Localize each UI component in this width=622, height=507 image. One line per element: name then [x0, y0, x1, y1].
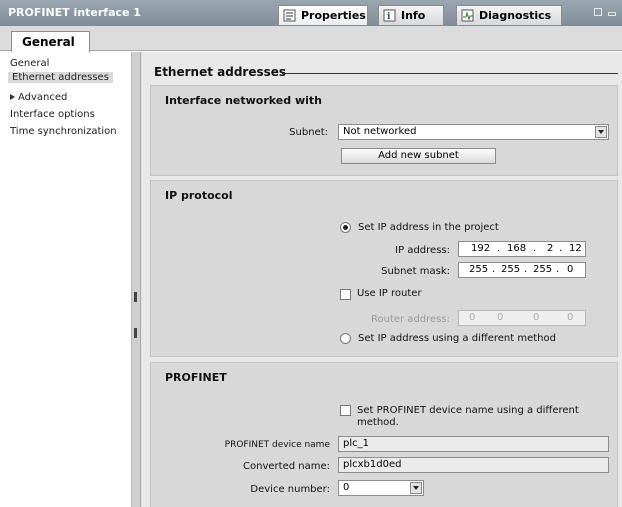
- router-octet: 0: [497, 312, 504, 323]
- restore-icon[interactable]: [594, 8, 602, 16]
- tab-diagnostics-label: Diagnostics: [479, 9, 552, 22]
- nav-item-general[interactable]: General: [10, 58, 49, 69]
- converted-name-label: Converted name:: [243, 461, 330, 472]
- subnet-value: Not networked: [343, 126, 417, 137]
- chevron-down-icon[interactable]: [410, 482, 422, 494]
- set-profinet-name-label-2: method.: [357, 417, 399, 428]
- section-title: Ethernet addresses: [154, 65, 287, 79]
- mask-octet: 255: [469, 264, 489, 275]
- device-number-label: Device number:: [250, 484, 330, 495]
- minimize-icon[interactable]: [608, 12, 616, 16]
- ip-octet: 168: [507, 243, 527, 254]
- profinet-title: PROFINET: [165, 371, 227, 384]
- set-ip-in-project-radio[interactable]: [340, 222, 351, 233]
- splitter-grip[interactable]: [134, 328, 137, 338]
- mask-octet: 255: [533, 264, 553, 275]
- device-number-select[interactable]: 0: [338, 480, 424, 496]
- expand-arrow-icon[interactable]: [10, 94, 15, 100]
- set-ip-different-method-radio[interactable]: [340, 333, 351, 344]
- info-icon: i: [383, 9, 397, 22]
- router-address-field[interactable]: 0 0 0 0: [458, 310, 586, 326]
- tab-properties-label: Properties: [301, 9, 366, 22]
- router-octet: 0: [533, 312, 540, 323]
- set-ip-in-project-label: Set IP address in the project: [358, 222, 499, 233]
- subnet-label: Subnet:: [289, 127, 328, 138]
- set-ip-different-method-label: Set IP address using a different method: [358, 333, 556, 344]
- nav-item-advanced[interactable]: Advanced: [10, 92, 68, 103]
- tab-info[interactable]: i Info: [378, 5, 444, 25]
- ip-protocol-title: IP protocol: [165, 189, 233, 202]
- subnet-mask-label: Subnet mask:: [381, 266, 450, 277]
- profinet-device-name-label: PROFINET device name: [224, 440, 330, 450]
- window-title: PROFINET interface 1: [8, 6, 141, 19]
- nav-panel: General Ethernet addresses Advanced Inte…: [0, 52, 132, 507]
- interface-panel-title: Interface networked with: [165, 94, 322, 107]
- tab-diagnostics[interactable]: Diagnostics: [456, 5, 562, 25]
- nav-item-time-synchronization[interactable]: Time synchronization: [10, 126, 117, 137]
- set-profinet-name-checkbox[interactable]: [340, 405, 351, 416]
- set-profinet-name-label: Set PROFINET device name using a differe…: [357, 405, 579, 416]
- subnet-select[interactable]: Not networked: [338, 124, 609, 140]
- nav-item-ethernet-addresses[interactable]: Ethernet addresses: [8, 72, 113, 83]
- use-ip-router-checkbox[interactable]: [340, 289, 351, 300]
- ip-address-label: IP address:: [395, 245, 450, 256]
- add-new-subnet-button[interactable]: Add new subnet: [341, 148, 496, 164]
- ip-octet: 192: [471, 243, 491, 254]
- splitter[interactable]: [132, 52, 141, 507]
- section-rule: [282, 73, 618, 74]
- nav-item-advanced-label: Advanced: [18, 92, 68, 103]
- splitter-grip[interactable]: [134, 292, 137, 302]
- tab-strip: [0, 26, 622, 51]
- router-octet: 0: [469, 312, 476, 323]
- ip-octet: 12: [569, 243, 582, 254]
- mask-octet: 0: [567, 264, 574, 275]
- mask-octet: 255: [501, 264, 521, 275]
- tab-properties[interactable]: Properties: [278, 5, 368, 25]
- chevron-down-icon[interactable]: [595, 126, 607, 138]
- profinet-device-name-field[interactable]: plc_1: [338, 436, 609, 452]
- router-octet: 0: [567, 312, 574, 323]
- properties-icon: [283, 9, 297, 22]
- tab-info-label: Info: [401, 9, 426, 22]
- nav-item-interface-options[interactable]: Interface options: [10, 109, 95, 120]
- svg-text:i: i: [387, 12, 391, 22]
- device-number-value: 0: [343, 482, 350, 493]
- converted-name-field: plcxb1d0ed: [338, 457, 609, 473]
- use-ip-router-label: Use IP router: [357, 288, 422, 299]
- title-bar: PROFINET interface 1 Properties i Info D…: [0, 0, 622, 26]
- router-address-label: Router address:: [371, 314, 450, 325]
- diagnostics-icon: [461, 9, 475, 22]
- ip-address-field[interactable]: 192 . 168 . 2 . 12: [458, 241, 586, 257]
- ip-octet: 2: [547, 243, 554, 254]
- subnet-mask-field[interactable]: 255 . 255 . 255 . 0: [458, 262, 586, 278]
- tab-general[interactable]: General: [11, 31, 90, 52]
